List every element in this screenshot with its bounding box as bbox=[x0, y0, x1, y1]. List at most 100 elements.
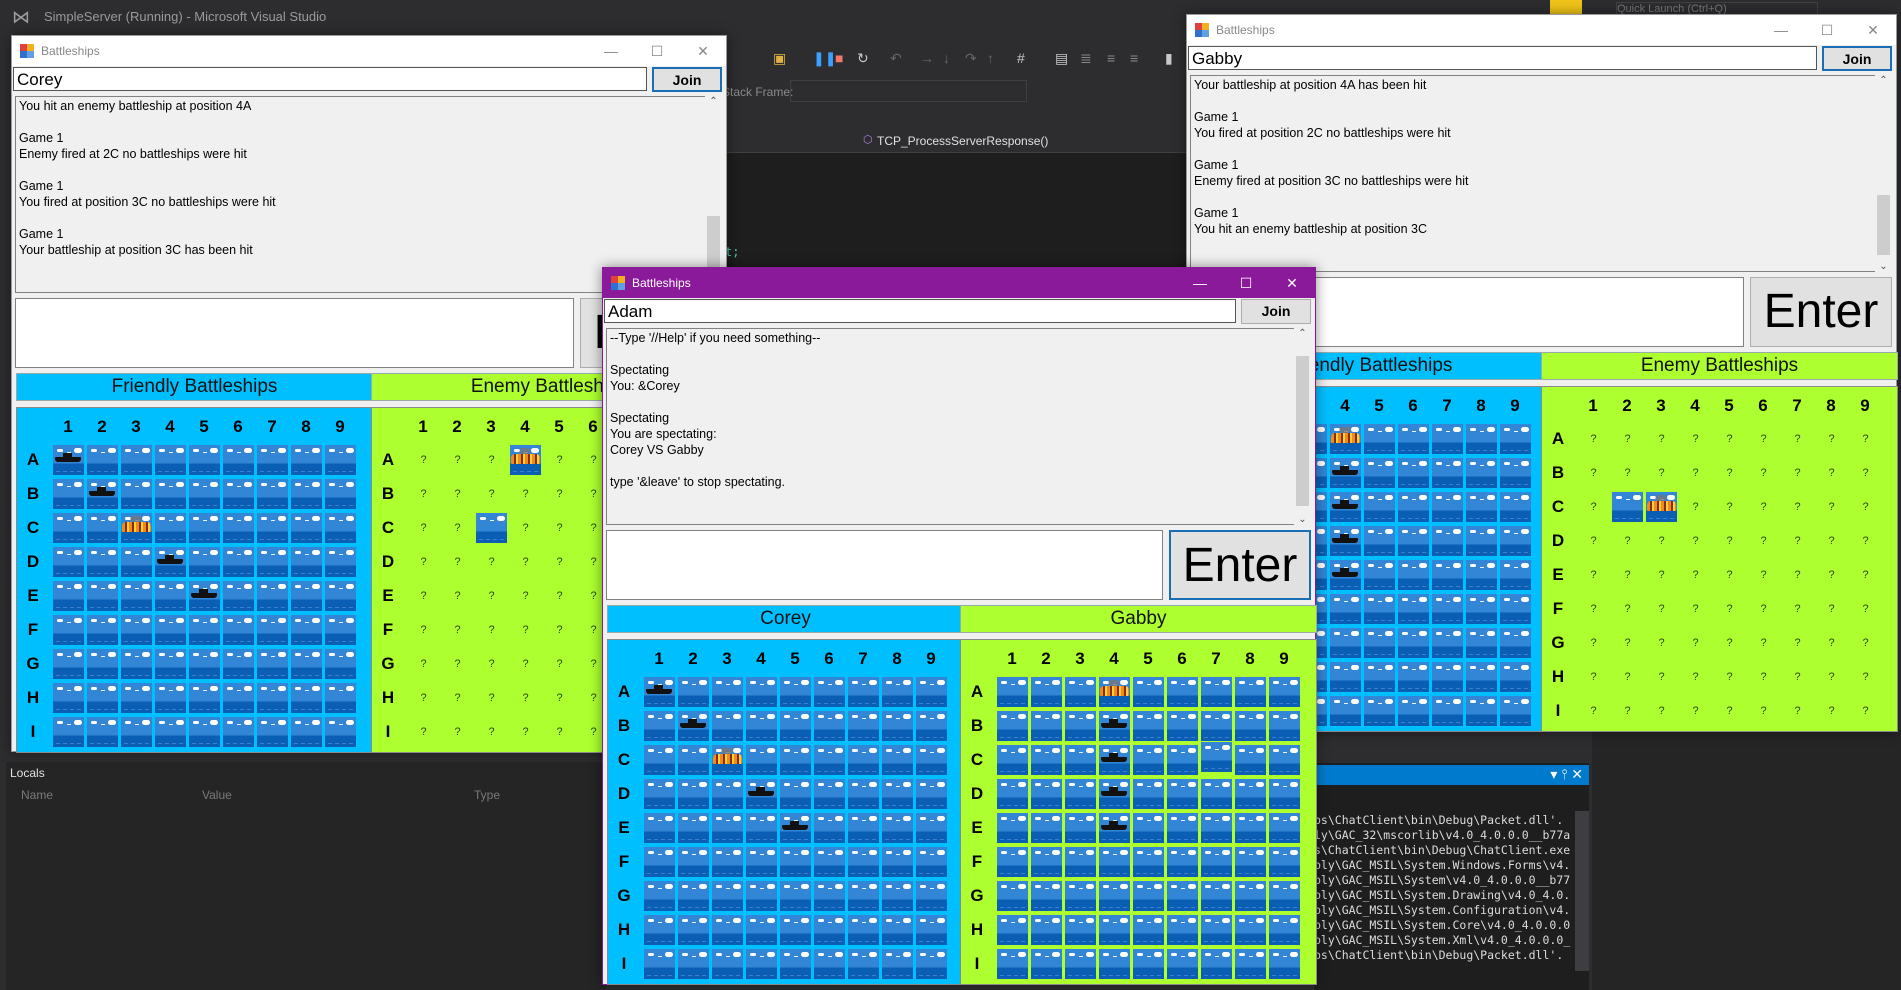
board-cell-C6[interactable] bbox=[223, 513, 254, 543]
board-cell-D8[interactable] bbox=[882, 779, 913, 809]
board-cell-E8[interactable] bbox=[1235, 813, 1266, 843]
restart-icon[interactable]: ↻ bbox=[857, 50, 869, 67]
maximize-button[interactable]: ☐ bbox=[1804, 15, 1850, 45]
minimize-button[interactable]: — bbox=[588, 36, 634, 66]
board-cell-D2[interactable]: ? bbox=[1612, 526, 1643, 556]
board-cell-F2[interactable] bbox=[1031, 847, 1062, 877]
board-cell-H8[interactable] bbox=[291, 683, 322, 713]
board-cell-B4[interactable] bbox=[155, 479, 186, 509]
board-cell-G1[interactable] bbox=[644, 881, 675, 911]
board-cell-I1[interactable] bbox=[997, 949, 1028, 979]
board-cell-B7[interactable] bbox=[848, 711, 879, 741]
board-cell-F3[interactable] bbox=[1065, 847, 1096, 877]
board-cell-C7[interactable]: ? bbox=[1782, 492, 1813, 522]
board-cell-A1[interactable] bbox=[997, 677, 1028, 707]
board-cell-I2[interactable] bbox=[678, 949, 709, 979]
board-cell-B8[interactable]: ? bbox=[1816, 458, 1847, 488]
board-cell-H5[interactable] bbox=[189, 683, 220, 713]
board-cell-H9[interactable] bbox=[1500, 662, 1531, 692]
board-cell-A7[interactable] bbox=[848, 677, 879, 707]
board-cell-A4[interactable] bbox=[1330, 424, 1361, 454]
board-cell-A7[interactable] bbox=[1432, 424, 1463, 454]
board-cell-E6[interactable] bbox=[1398, 560, 1429, 590]
board-cell-G5[interactable] bbox=[1364, 628, 1395, 658]
board-cell-H9[interactable]: ? bbox=[1850, 662, 1881, 692]
board-cell-B3[interactable]: ? bbox=[476, 479, 507, 509]
board-cell-B2[interactable]: ? bbox=[1612, 458, 1643, 488]
board-cell-D9[interactable] bbox=[916, 779, 947, 809]
board-cell-D2[interactable] bbox=[1031, 779, 1062, 809]
uncomment-icon[interactable]: ≡ bbox=[1130, 50, 1138, 66]
board-cell-F9[interactable]: ? bbox=[1850, 594, 1881, 624]
board-cell-F4[interactable] bbox=[1099, 847, 1130, 877]
board-cell-G5[interactable]: ? bbox=[1714, 628, 1745, 658]
board-cell-C6[interactable] bbox=[1398, 492, 1429, 522]
board-cell-G3[interactable]: ? bbox=[1646, 628, 1677, 658]
board-cell-B5[interactable] bbox=[780, 711, 811, 741]
board-cell-H8[interactable] bbox=[1466, 662, 1497, 692]
board-cell-I6[interactable] bbox=[1167, 949, 1198, 979]
board-cell-I7[interactable]: ? bbox=[1782, 696, 1813, 726]
board-cell-H3[interactable]: ? bbox=[1646, 662, 1677, 692]
board-cell-E8[interactable]: ? bbox=[1816, 560, 1847, 590]
board-cell-A9[interactable] bbox=[1269, 677, 1300, 707]
board-cell-G9[interactable]: ? bbox=[1850, 628, 1881, 658]
board-cell-F2[interactable]: ? bbox=[442, 615, 473, 645]
board-cell-H3[interactable]: ? bbox=[476, 683, 507, 713]
board-cell-E1[interactable] bbox=[53, 581, 84, 611]
board-cell-B3[interactable] bbox=[121, 479, 152, 509]
board-cell-B4[interactable] bbox=[1099, 711, 1130, 741]
board-cell-C1[interactable] bbox=[997, 745, 1028, 775]
minimize-button[interactable]: — bbox=[1758, 15, 1804, 45]
board-cell-F6[interactable] bbox=[1167, 847, 1198, 877]
board-cell-C4[interactable] bbox=[746, 745, 777, 775]
board-cell-D7[interactable] bbox=[257, 547, 288, 577]
board-cell-G5[interactable] bbox=[1133, 881, 1164, 911]
board-cell-D6[interactable] bbox=[814, 779, 845, 809]
board-cell-I7[interactable] bbox=[1432, 696, 1463, 726]
board-cell-H2[interactable] bbox=[87, 683, 118, 713]
board-cell-H5[interactable]: ? bbox=[544, 683, 575, 713]
board-cell-I4[interactable] bbox=[155, 717, 186, 747]
board-cell-F5[interactable]: ? bbox=[1714, 594, 1745, 624]
board-cell-F4[interactable] bbox=[1330, 594, 1361, 624]
board-cell-D3[interactable]: ? bbox=[476, 547, 507, 577]
board-cell-B9[interactable] bbox=[1500, 458, 1531, 488]
board-cell-B1[interactable] bbox=[53, 479, 84, 509]
notification-flag-icon[interactable] bbox=[1550, 0, 1582, 14]
board-cell-C8[interactable] bbox=[1235, 745, 1266, 775]
board-cell-G8[interactable] bbox=[1235, 881, 1266, 911]
board-cell-F5[interactable] bbox=[189, 615, 220, 645]
board-cell-C7[interactable] bbox=[1432, 492, 1463, 522]
board-cell-G8[interactable] bbox=[1466, 628, 1497, 658]
board-cell-E6[interactable] bbox=[1167, 813, 1198, 843]
board-cell-C1[interactable]: ? bbox=[408, 513, 439, 543]
board-cell-G4[interactable] bbox=[155, 649, 186, 679]
board-cell-B9[interactable] bbox=[1269, 711, 1300, 741]
board-cell-H4[interactable] bbox=[1099, 915, 1130, 945]
board-cell-I1[interactable] bbox=[53, 717, 84, 747]
board-cell-A3[interactable]: ? bbox=[1646, 424, 1677, 454]
board-cell-I2[interactable] bbox=[87, 717, 118, 747]
board-cell-F3[interactable] bbox=[121, 615, 152, 645]
board-cell-E7[interactable] bbox=[257, 581, 288, 611]
board-cell-I6[interactable] bbox=[1398, 696, 1429, 726]
board-cell-H8[interactable] bbox=[882, 915, 913, 945]
board-cell-D1[interactable] bbox=[644, 779, 675, 809]
scroll-up-icon[interactable]: ⌃ bbox=[1294, 328, 1311, 339]
board-cell-A3[interactable] bbox=[712, 677, 743, 707]
scroll-down-icon[interactable]: ⌄ bbox=[1875, 261, 1892, 272]
board-cell-C7[interactable] bbox=[1201, 742, 1232, 772]
board-cell-E3[interactable]: ? bbox=[1646, 560, 1677, 590]
board-cell-H3[interactable] bbox=[121, 683, 152, 713]
find-icon[interactable]: ▣ bbox=[773, 50, 786, 67]
board-cell-E4[interactable] bbox=[1099, 813, 1130, 843]
board-cell-I1[interactable]: ? bbox=[1578, 696, 1609, 726]
join-button[interactable]: Join bbox=[652, 67, 722, 92]
board-cell-A5[interactable]: ? bbox=[544, 445, 575, 475]
board-cell-B6[interactable] bbox=[223, 479, 254, 509]
board-cell-B2[interactable] bbox=[87, 479, 118, 509]
board-cell-G7[interactable] bbox=[1432, 628, 1463, 658]
step-back-icon[interactable]: ↑ bbox=[987, 50, 994, 66]
board-cell-C8[interactable] bbox=[1466, 492, 1497, 522]
